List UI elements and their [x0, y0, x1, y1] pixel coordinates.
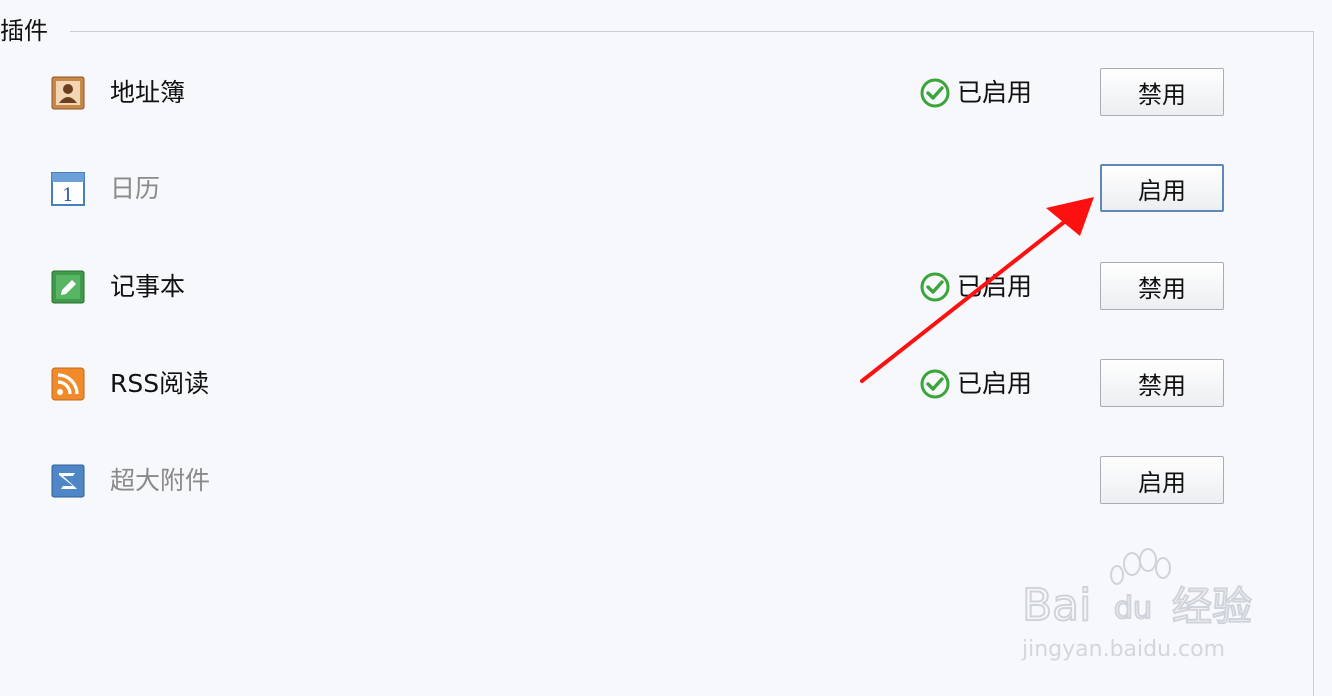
section-legend: 插件: [0, 16, 56, 46]
status-enabled: 已启用: [919, 270, 1032, 304]
enable-button[interactable]: 启用: [1100, 456, 1224, 504]
status-label: 已启用: [957, 78, 1033, 107]
plugin-row-notepad: 记事本 已启用 禁用: [0, 262, 1300, 312]
plugin-row-calendar: 1 日历 启用: [0, 164, 1300, 214]
watermark-brand-b: du: [1114, 591, 1152, 626]
calendar-icon-digit: 1: [62, 185, 73, 206]
disable-button[interactable]: 禁用: [1100, 68, 1224, 116]
plugin-row-rss: RSS阅读 已启用 禁用: [0, 359, 1300, 409]
notepad-icon: [51, 270, 85, 304]
large-attachment-icon: [51, 464, 85, 498]
plugin-name: 日历: [110, 174, 161, 203]
plugin-row-address-book: 地址簿 已启用 禁用: [0, 68, 1300, 118]
watermark-url: jingyan.baidu.com: [1021, 637, 1225, 662]
disable-button[interactable]: 禁用: [1100, 262, 1224, 310]
plugin-name: 地址簿: [110, 78, 186, 107]
address-book-icon: [51, 76, 85, 110]
enable-button[interactable]: 启用: [1100, 164, 1224, 212]
watermark-brand-a: Bai: [1022, 580, 1091, 631]
status-enabled: 已启用: [919, 76, 1032, 110]
rss-icon: [51, 367, 85, 401]
plugin-name: 记事本: [110, 272, 186, 301]
calendar-icon: 1: [51, 172, 85, 206]
check-circle-icon: [920, 272, 950, 302]
status-label: 已启用: [957, 272, 1033, 301]
baidu-jingyan-watermark: Bai du 经验 jingyan.baidu.com: [1020, 548, 1270, 678]
check-circle-icon: [920, 369, 950, 399]
status-label: 已启用: [957, 369, 1033, 398]
fieldset-border-top: [70, 31, 1314, 32]
disable-button[interactable]: 禁用: [1100, 359, 1224, 407]
fieldset-border-right: [1313, 31, 1314, 696]
plugin-row-large-attachment: 超大附件 启用: [0, 456, 1300, 506]
plugin-name: 超大附件: [110, 466, 211, 495]
status-enabled: 已启用: [919, 367, 1032, 401]
watermark-brand-c: 经验: [1172, 584, 1252, 630]
check-circle-icon: [920, 78, 950, 108]
plugin-name: RSS阅读: [110, 369, 210, 398]
